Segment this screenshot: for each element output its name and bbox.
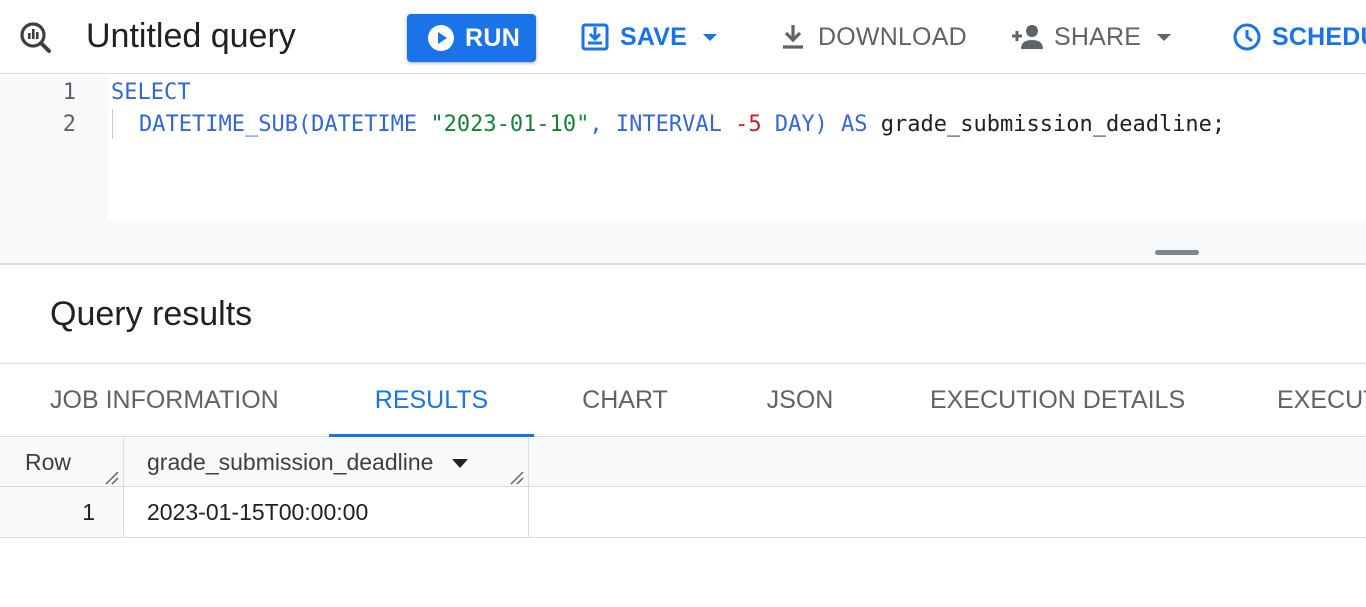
download-icon: [783, 25, 803, 49]
save-button[interactable]: SAVE: [580, 16, 719, 58]
editor-resize-handle[interactable]: [1155, 250, 1199, 255]
column-header-grade-submission-deadline[interactable]: grade_submission_deadline: [124, 438, 529, 487]
keyword-token: INTERVAL: [615, 112, 736, 137]
table-row[interactable]: 1 2023-01-15T00:00:00: [0, 487, 1366, 538]
column-resize-icon[interactable]: [103, 469, 119, 485]
save-icon: [581, 23, 609, 51]
run-label: RUN: [465, 23, 521, 52]
run-button[interactable]: RUN: [407, 14, 536, 62]
caret-down-icon[interactable]: [1155, 28, 1173, 46]
line-number: 1: [62, 80, 76, 105]
download-label: DOWNLOAD: [818, 22, 967, 51]
results-title: Query results: [50, 295, 253, 333]
identifier-token: grade_submission_deadline;: [880, 112, 1226, 137]
indent-guide: [112, 109, 113, 139]
tab-job-information[interactable]: JOB INFORMATION: [50, 364, 280, 436]
add-person-icon: [1012, 25, 1043, 49]
play-icon: [428, 25, 454, 51]
column-header-label: Row: [25, 449, 72, 475]
tab-execution-details[interactable]: EXECUTION DETAILS: [930, 364, 1185, 436]
share-label: SHARE: [1054, 22, 1142, 51]
share-button[interactable]: SHARE: [1010, 16, 1173, 58]
sql-editor[interactable]: 1 2 SELECT DATETIME_SUB(DATETIME "2023-0…: [0, 75, 1366, 263]
code-area[interactable]: SELECT DATETIME_SUB(DATETIME "2023-01-10…: [108, 75, 1366, 221]
caret-down-icon[interactable]: [701, 28, 719, 46]
query-logo-icon: [20, 22, 51, 53]
keyword-token: SELECT: [111, 80, 191, 105]
tab-json[interactable]: JSON: [740, 364, 860, 436]
tab-results[interactable]: RESULTS: [329, 364, 534, 437]
clock-icon: [1233, 23, 1261, 51]
tab-chart[interactable]: CHART: [560, 364, 690, 436]
column-resize-icon[interactable]: [508, 469, 524, 485]
column-header-label: grade_submission_deadline: [147, 449, 434, 475]
row-number-cell: 1: [0, 487, 124, 537]
tab-execution-graph[interactable]: EXECUT: [1277, 364, 1366, 436]
table-header: Row grade_submission_deadline: [0, 438, 1366, 487]
schedule-label: SCHEDU: [1272, 22, 1366, 51]
results-tabs: JOB INFORMATION RESULTS CHART JSON EXECU…: [0, 364, 1366, 437]
string-token: "2023-01-10": [430, 112, 590, 137]
schedule-button[interactable]: SCHEDU: [1232, 16, 1366, 58]
table-cell[interactable]: 2023-01-15T00:00:00: [124, 487, 529, 537]
query-title[interactable]: Untitled query: [86, 14, 296, 58]
function-token: DATETIME_SUB(DATETIME: [139, 112, 431, 137]
line-number: 2: [62, 112, 76, 137]
code-line-2[interactable]: DATETIME_SUB(DATETIME "2023-01-10", INTE…: [139, 109, 1225, 141]
editor-divider: [0, 263, 1366, 265]
separator-token: ,: [589, 112, 616, 137]
download-button[interactable]: DOWNLOAD: [778, 16, 967, 58]
query-toolbar: Untitled query RUN SAVE DOWNLOAD SHARE S…: [0, 0, 1366, 74]
save-label: SAVE: [620, 22, 688, 51]
number-token: -5: [735, 112, 762, 137]
line-number-gutter: 1 2: [0, 75, 108, 221]
sort-caret-icon[interactable]: [449, 452, 471, 474]
code-line-1[interactable]: SELECT: [111, 77, 190, 109]
keyword-token: DAY) AS: [761, 112, 881, 137]
column-header-row[interactable]: Row: [0, 438, 124, 487]
